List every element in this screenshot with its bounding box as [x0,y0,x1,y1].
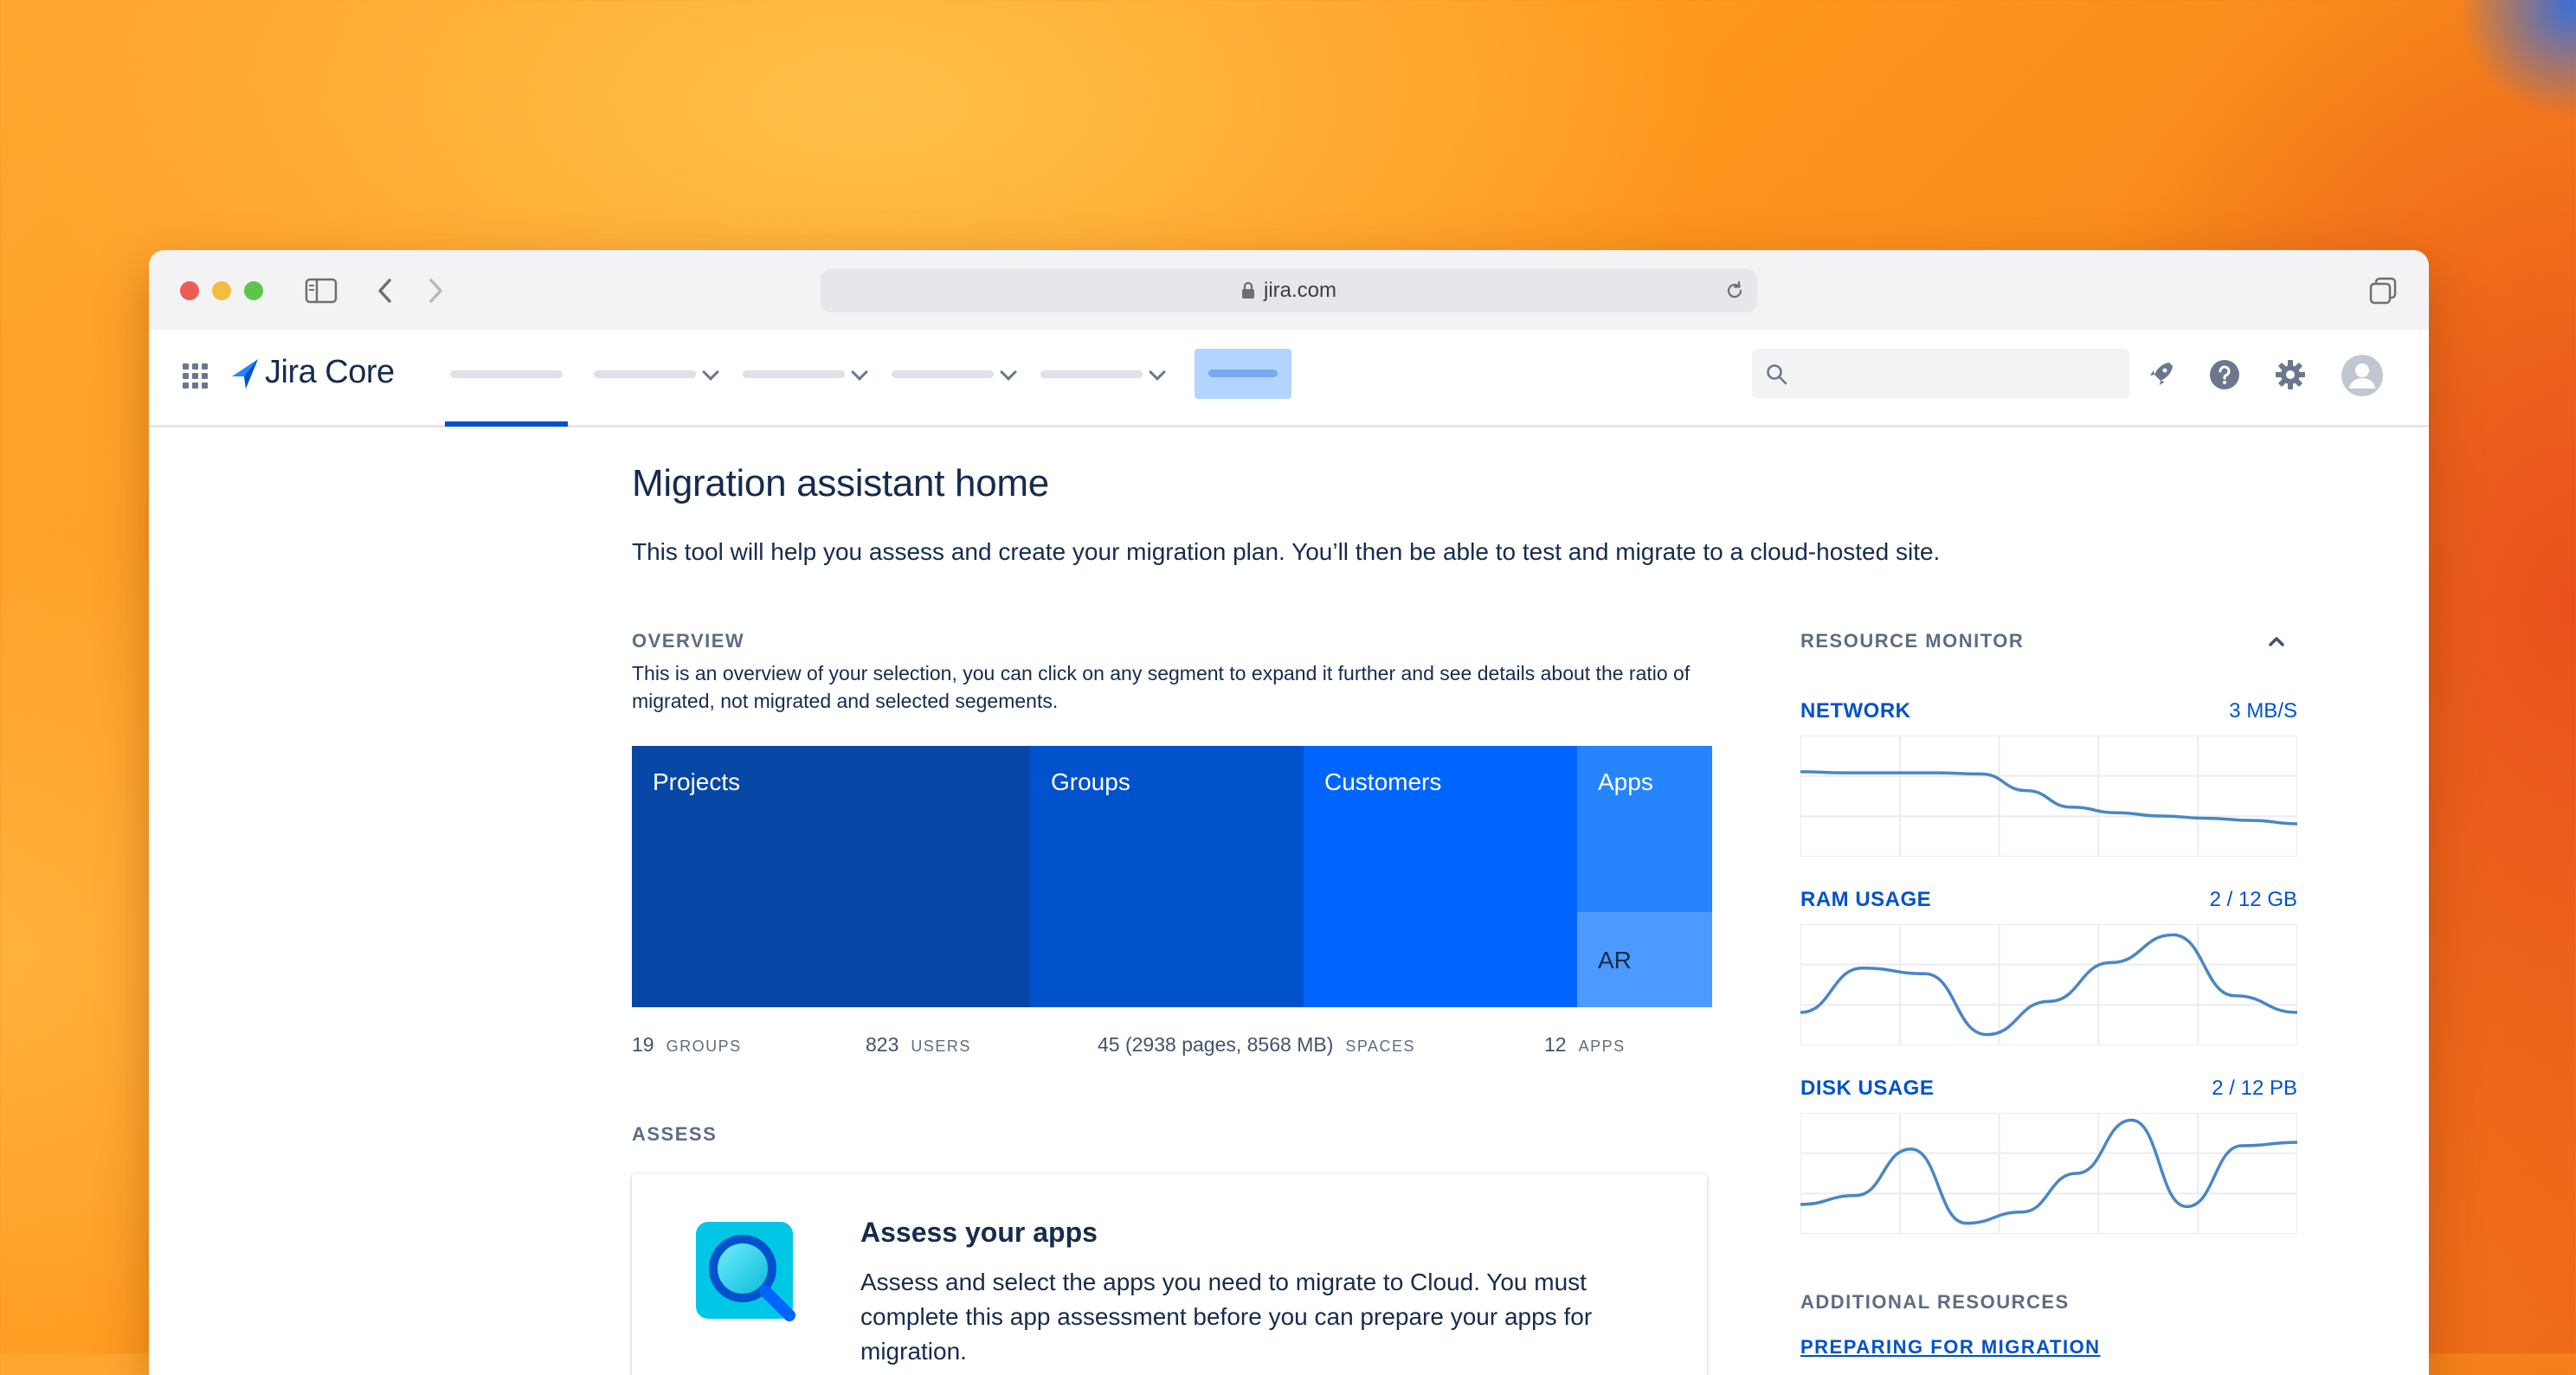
browser-toolbar: jira.com [149,250,2429,330]
jira-navbar: Jira Core [149,330,2429,427]
jira-core-logo-icon[interactable] [230,357,260,390]
segment-ar[interactable]: AR [1577,912,1712,1007]
nav-item-5[interactable] [1040,370,1143,378]
wallpaper-accent [2438,0,2576,138]
chevron-down-icon[interactable] [702,363,719,381]
minimize-window-button[interactable] [212,281,231,300]
chevron-down-icon[interactable] [1149,363,1166,381]
stat-value: 12 [1544,1033,1567,1056]
segment-label: Customers [1324,768,1442,795]
preparing-for-migration-link[interactable]: PREPARING FOR MIGRATION [1800,1336,2101,1359]
stat-caption: USERS [911,1038,971,1055]
overview-description: This is an overview of your selection, y… [632,662,1690,712]
stat-spaces: 45 (2938 pages, 8568 MB) SPACES [1098,1033,1415,1057]
main-content: Migration assistant home This tool will … [149,427,2429,1375]
back-arrow-icon[interactable] [376,278,395,304]
stat-caption: APPS [1578,1038,1626,1055]
stat-caption: SPACES [1345,1038,1416,1055]
segment-label: Projects [653,768,741,795]
card-description: Assess and select the apps you need to m… [860,1269,1593,1365]
segment-customers[interactable]: Customers [1304,746,1577,1007]
segment-label: AR [1598,947,1632,973]
chevron-up-icon[interactable] [2266,633,2287,649]
stat-users: 823 USERS [866,1033,971,1057]
nav-item-3[interactable] [743,370,845,378]
network-value: 3 MB/S [2229,699,2297,723]
zoom-window-button[interactable] [244,281,263,300]
segment-apps[interactable]: Apps [1577,746,1712,912]
assess-label: ASSESS [632,1123,718,1145]
create-button[interactable] [1195,349,1291,399]
ram-usage-label: RAM USAGE [1800,888,1932,911]
stat-value: 19 [632,1033,654,1056]
additional-resources-label: ADDITIONAL RESOURCES [1800,1291,2070,1313]
overview-treemap: Projects Groups Customers Apps AR [632,746,1712,1007]
segment-projects[interactable]: Projects [632,746,1030,1007]
disk-usage-value: 2 / 12 PB [2212,1076,2297,1100]
series-line [1800,933,2297,1037]
resource-monitor-label: RESOURCE MONITOR [1800,630,2025,652]
segment-groups[interactable]: Groups [1030,746,1304,1007]
segment-label: Apps [1598,768,1653,795]
disk-usage-label: DISK USAGE [1800,1076,1935,1100]
network-label: NETWORK [1800,699,1911,723]
browser-window: jira.com Jira Core Migration assistant h… [149,250,2429,1375]
tabs-overview-icon[interactable] [2368,276,2398,305]
nav-item-1[interactable] [450,370,563,378]
lock-icon [1241,282,1254,299]
stat-value: 823 [866,1033,899,1056]
url-text: jira.com [1263,279,1336,302]
nav-item-4[interactable] [892,370,994,378]
forward-arrow-icon[interactable] [426,278,445,304]
page-intro: This tool will help you assess and creat… [632,538,1941,565]
stat-caption: GROUPS [666,1038,742,1055]
nav-active-indicator [445,421,568,427]
user-avatar-icon[interactable] [2341,354,2384,397]
page-title: Migration assistant home [632,462,1049,504]
network-chart [1800,736,2297,857]
app-name[interactable]: Jira Core [265,354,395,391]
notifications-rocket-icon[interactable] [2147,359,2176,389]
search-input[interactable] [1752,349,2129,399]
settings-gear-icon[interactable] [2275,359,2306,390]
help-icon[interactable] [2209,359,2240,390]
search-icon [1767,364,1787,385]
address-bar[interactable]: jira.com [821,269,1757,312]
ram-usage-value: 2 / 12 GB [2209,888,2297,911]
magnifier-icon [696,1222,795,1321]
chevron-down-icon[interactable] [1000,363,1017,381]
close-window-button[interactable] [180,281,199,300]
assess-apps-card[interactable]: Assess your apps Assess and select the a… [632,1173,1707,1375]
stat-value: 45 (2938 pages, 8568 MB) [1098,1033,1334,1056]
card-title[interactable]: Assess your apps [860,1217,1098,1249]
reload-icon[interactable] [1724,280,1745,301]
segment-label: Groups [1051,768,1130,795]
stat-apps: 12 APPS [1544,1033,1626,1057]
series-line [1800,1118,2297,1225]
nav-item-2[interactable] [594,370,696,378]
overview-label: OVERVIEW [632,630,745,652]
disk-usage-chart [1800,1113,2297,1234]
ram-usage-chart [1800,924,2297,1045]
app-switcher-icon[interactable] [182,363,209,390]
stat-groups: 19 GROUPS [632,1033,742,1057]
chevron-down-icon[interactable] [851,363,868,381]
sidebar-toggle-icon[interactable] [305,278,338,304]
